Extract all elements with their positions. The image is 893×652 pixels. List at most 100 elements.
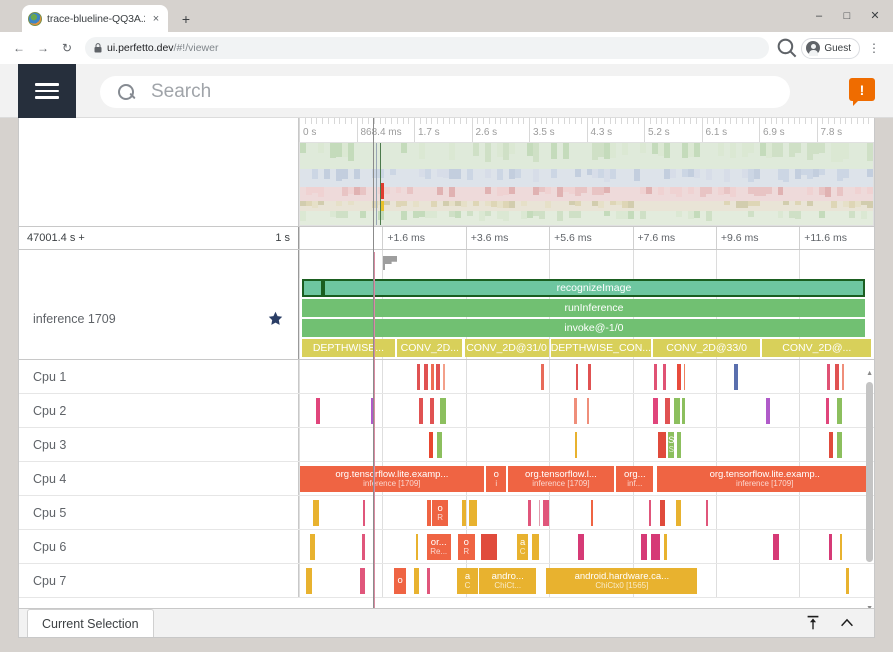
sidebar-toggle-button[interactable] bbox=[18, 64, 76, 118]
cpu-track-title[interactable]: Cpu 4 bbox=[19, 462, 299, 495]
sched-slice[interactable] bbox=[665, 398, 670, 424]
sched-slice[interactable] bbox=[306, 568, 311, 594]
sched-slice[interactable] bbox=[431, 364, 434, 390]
sched-slice[interactable] bbox=[578, 534, 584, 560]
sched-slice[interactable] bbox=[684, 364, 686, 390]
cpu-track-slices[interactable]: oaCandro...ChiCt...android.hardware.ca..… bbox=[299, 564, 874, 597]
cpu-track-slices[interactable] bbox=[299, 360, 874, 393]
cpu-track-row[interactable]: Cpu 7oaCandro...ChiCt...android.hardware… bbox=[19, 564, 874, 598]
sched-slice[interactable]: org.tensorflow.lite.examp..inference [17… bbox=[657, 466, 872, 492]
sched-slice[interactable]: oR bbox=[432, 500, 448, 526]
cpu-track-title[interactable]: Cpu 5 bbox=[19, 496, 299, 529]
slice[interactable]: runInference bbox=[323, 299, 866, 317]
sched-slice[interactable] bbox=[829, 432, 833, 458]
sched-slice[interactable] bbox=[664, 534, 667, 560]
sched-slice[interactable] bbox=[649, 500, 651, 526]
sched-slice[interactable]: android.hardware.ca...ChiCtx0 [1565] bbox=[546, 568, 697, 594]
slice[interactable]: DEPTHWISE_CON... bbox=[551, 339, 651, 357]
sched-slice[interactable] bbox=[837, 432, 842, 458]
cpu-track-title[interactable]: Cpu 2 bbox=[19, 394, 299, 427]
minimap-canvas[interactable] bbox=[299, 142, 874, 226]
search-input[interactable]: Search bbox=[100, 76, 790, 108]
sched-slice[interactable] bbox=[316, 398, 319, 424]
slice[interactable]: CONV_2D@33/0 bbox=[653, 339, 760, 357]
sched-slice[interactable] bbox=[462, 500, 466, 526]
sched-slice[interactable] bbox=[826, 398, 829, 424]
cpu-track-row[interactable]: Cpu 1 bbox=[19, 360, 874, 394]
slice[interactable] bbox=[302, 299, 323, 317]
chevron-up-icon[interactable] bbox=[838, 614, 856, 632]
slice[interactable]: CONV_2D@31/0 bbox=[465, 339, 549, 357]
sched-slice[interactable] bbox=[658, 432, 666, 458]
sched-slice[interactable]: SS bbox=[668, 432, 674, 458]
sched-slice[interactable] bbox=[588, 364, 591, 390]
address-bar[interactable]: ui.perfetto.dev/#!/viewer bbox=[85, 37, 769, 59]
star-filled-icon[interactable] bbox=[267, 310, 284, 327]
sched-slice[interactable]: aC bbox=[517, 534, 529, 560]
sched-slice[interactable] bbox=[576, 364, 579, 390]
browser-tab[interactable]: trace-blueline-QQ3A.200805 × bbox=[22, 5, 168, 32]
arrow-up-to-line-icon[interactable] bbox=[804, 614, 822, 632]
sched-slice[interactable] bbox=[417, 364, 420, 390]
scrollbar-thumb[interactable] bbox=[866, 382, 873, 562]
sched-slice[interactable]: oR bbox=[458, 534, 475, 560]
timescale-ticks[interactable]: +1.6 ms+3.6 ms+5.6 ms+7.6 ms+9.6 ms+11.6… bbox=[299, 227, 874, 249]
sched-slice[interactable] bbox=[532, 534, 539, 560]
sched-slice[interactable] bbox=[574, 398, 576, 424]
flag-marker-icon[interactable] bbox=[383, 256, 398, 270]
sched-slice[interactable] bbox=[734, 364, 738, 390]
sched-slice[interactable] bbox=[706, 500, 708, 526]
minimize-button[interactable]: – bbox=[805, 4, 833, 28]
browser-menu-icon[interactable]: ⋮ bbox=[863, 37, 885, 59]
slice[interactable]: CONV_2D@... bbox=[762, 339, 871, 357]
slice[interactable]: invoke@-1/0 bbox=[323, 319, 866, 337]
scroll-up-icon[interactable]: ▲ bbox=[866, 370, 873, 377]
sched-slice[interactable]: andro...ChiCt... bbox=[479, 568, 537, 594]
sched-slice[interactable] bbox=[835, 364, 839, 390]
sched-slice[interactable] bbox=[310, 534, 315, 560]
sched-slice[interactable]: org.tensorflow.l...inference [1709] bbox=[508, 466, 613, 492]
cpu-track-title[interactable]: Cpu 3 bbox=[19, 428, 299, 461]
sched-slice[interactable] bbox=[443, 364, 445, 390]
sched-slice[interactable] bbox=[427, 500, 432, 526]
sched-slice[interactable] bbox=[674, 398, 679, 424]
error-badge[interactable]: ! bbox=[849, 78, 875, 101]
tab-current-selection[interactable]: Current Selection bbox=[27, 609, 154, 637]
cpu-track-slices[interactable]: org.tensorflow.lite.examp...inference [1… bbox=[299, 462, 874, 495]
back-icon[interactable]: ← bbox=[8, 37, 30, 59]
reload-icon[interactable]: ↻ bbox=[56, 37, 78, 59]
sched-slice[interactable] bbox=[528, 500, 530, 526]
track-title-inference[interactable]: inference 1709 bbox=[19, 278, 299, 359]
sched-slice[interactable] bbox=[827, 364, 830, 390]
sched-slice[interactable] bbox=[436, 364, 440, 390]
sched-slice[interactable] bbox=[539, 500, 541, 526]
slice[interactable]: DEPTHWISE... bbox=[302, 339, 395, 357]
sched-slice[interactable]: oi bbox=[486, 466, 506, 492]
forward-icon[interactable]: → bbox=[32, 37, 54, 59]
sched-slice[interactable] bbox=[653, 398, 658, 424]
sched-slice[interactable] bbox=[575, 432, 577, 458]
slice[interactable] bbox=[302, 319, 323, 337]
cpu-track-row[interactable]: Cpu 2 bbox=[19, 394, 874, 428]
sched-slice[interactable] bbox=[677, 364, 681, 390]
cpu-track-row[interactable]: Cpu 5 oR bbox=[19, 496, 874, 530]
cpu-track-row[interactable]: Cpu 4org.tensorflow.lite.examp...inferen… bbox=[19, 462, 874, 496]
sched-slice[interactable] bbox=[677, 432, 681, 458]
sched-slice[interactable]: or...Re... bbox=[427, 534, 451, 560]
sched-slice[interactable] bbox=[829, 534, 832, 560]
sched-slice[interactable] bbox=[360, 568, 365, 594]
sched-slice[interactable] bbox=[414, 568, 419, 594]
cpu-track-slices[interactable]: oR bbox=[299, 496, 874, 529]
sched-slice[interactable] bbox=[541, 364, 544, 390]
sched-slice[interactable] bbox=[437, 432, 442, 458]
sched-slice[interactable] bbox=[313, 500, 318, 526]
sched-slice[interactable] bbox=[641, 534, 647, 560]
sched-slice[interactable] bbox=[363, 500, 365, 526]
sched-slice[interactable] bbox=[654, 364, 657, 390]
sched-slice[interactable] bbox=[773, 534, 779, 560]
sched-slice[interactable] bbox=[427, 568, 430, 594]
cpu-track-slices[interactable] bbox=[299, 394, 874, 427]
sched-slice[interactable] bbox=[591, 500, 593, 526]
cpu-track-row[interactable]: Cpu 6or...Re...oRaC bbox=[19, 530, 874, 564]
sched-slice[interactable] bbox=[429, 432, 433, 458]
